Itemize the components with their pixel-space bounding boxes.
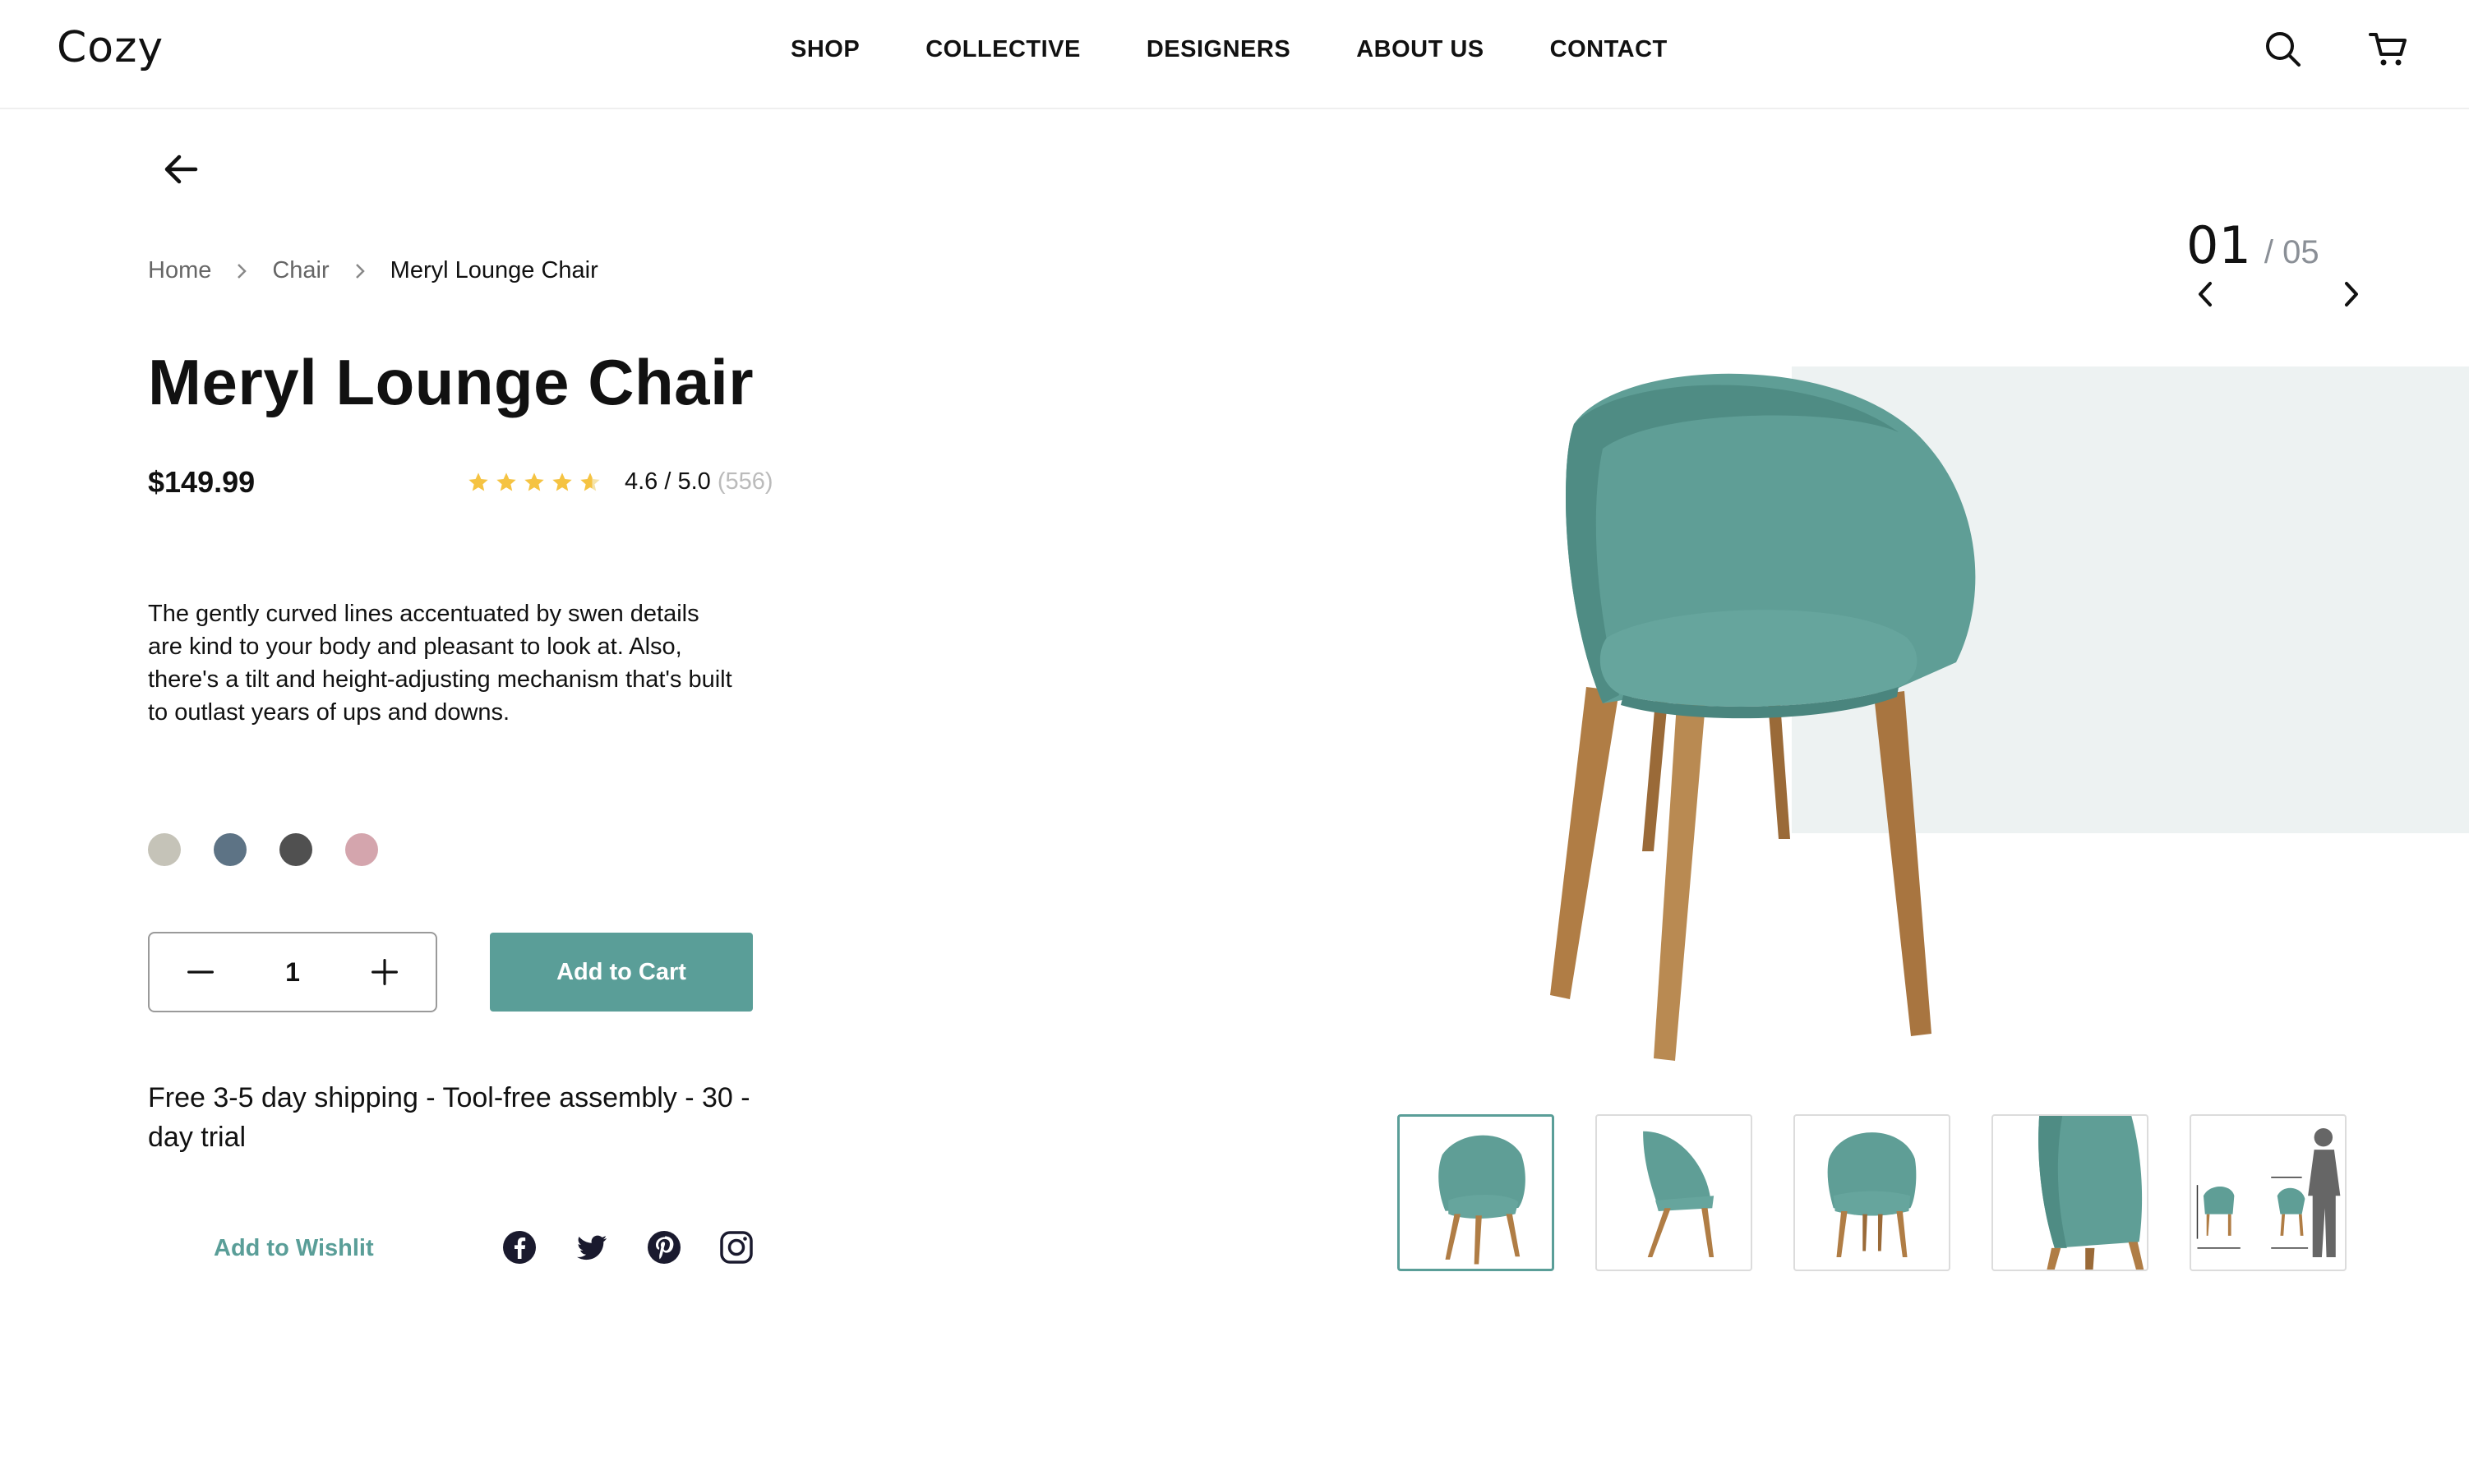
nav-shop[interactable]: SHOP — [791, 36, 860, 63]
logo[interactable]: Cozy — [57, 23, 164, 72]
quantity-value[interactable]: 1 — [285, 957, 300, 988]
back-arrow-icon[interactable] — [159, 150, 202, 188]
rating-value: 4.6 / 5.0 — [625, 468, 711, 495]
chevron-right-icon — [238, 263, 247, 279]
counter-current: 01 — [2186, 215, 2251, 275]
thumbnail-2[interactable] — [1595, 1114, 1752, 1271]
add-to-cart-button[interactable]: Add to Cart — [490, 933, 753, 1012]
main-nav: SHOP COLLECTIVE DESIGNERS ABOUT US CONTA… — [791, 36, 1668, 63]
nav-designers[interactable]: DESIGNERS — [1147, 36, 1290, 63]
breadcrumb-home[interactable]: Home — [148, 257, 211, 284]
product-description: The gently curved lines accentuated by s… — [148, 601, 732, 726]
nav-contact[interactable]: CONTACT — [1550, 36, 1668, 63]
search-icon[interactable] — [2262, 28, 2305, 71]
counter-total: / 05 — [2264, 234, 2319, 270]
chevron-right-icon — [355, 263, 365, 279]
product-title: Meryl Lounge Chair — [148, 346, 755, 418]
swatch-charcoal[interactable] — [279, 833, 312, 866]
thumbnail-4[interactable] — [1991, 1114, 2148, 1271]
plus-icon[interactable] — [368, 956, 401, 989]
swatch-pink[interactable] — [345, 833, 378, 866]
thumbnail-3[interactable] — [1793, 1114, 1950, 1271]
star-icon — [468, 472, 488, 491]
shipping-info: Free 3-5 day shipping - Tool-free assemb… — [148, 1082, 750, 1153]
product-main-image — [1496, 358, 2038, 1073]
thumbnail-1[interactable] — [1397, 1114, 1554, 1271]
star-half-icon — [580, 472, 600, 491]
color-swatches — [148, 833, 378, 866]
facebook-icon[interactable] — [501, 1229, 538, 1265]
nav-collective[interactable]: COLLECTIVE — [925, 36, 1081, 63]
breadcrumb-chair[interactable]: Chair — [272, 257, 329, 284]
star-icon — [524, 472, 544, 491]
product-rating: 4.6 / 5.0 (556) — [467, 468, 773, 495]
quantity-stepper: 1 — [148, 932, 437, 1012]
instagram-icon[interactable] — [718, 1229, 755, 1265]
thumbnail-5[interactable] — [2190, 1114, 2347, 1271]
twitter-icon[interactable] — [574, 1229, 610, 1265]
thumbnail-strip — [1397, 1114, 2347, 1271]
chevron-left-icon[interactable] — [2191, 279, 2221, 309]
chevron-right-icon[interactable] — [2336, 279, 2365, 309]
minus-icon[interactable] — [184, 956, 217, 989]
add-to-wishlist-link[interactable]: Add to Wishlit — [214, 1235, 374, 1262]
site-header: Cozy SHOP COLLECTIVE DESIGNERS ABOUT US … — [0, 0, 2469, 109]
breadcrumb-current: Meryl Lounge Chair — [390, 257, 598, 283]
swatch-beige[interactable] — [148, 833, 181, 866]
nav-about-us[interactable]: ABOUT US — [1356, 36, 1484, 63]
breadcrumb: Home Chair Meryl Lounge Chair — [148, 257, 598, 284]
cart-icon[interactable] — [2367, 28, 2410, 71]
image-counter: 01 / 05 — [2186, 215, 2319, 275]
swatch-slate-blue[interactable] — [214, 833, 247, 866]
product-price: $149.99 — [148, 465, 256, 499]
pinterest-icon[interactable] — [646, 1229, 682, 1265]
rating-count: (556) — [717, 468, 773, 495]
star-icon — [552, 472, 572, 491]
star-icon — [496, 472, 516, 491]
rating-stars — [467, 471, 602, 494]
